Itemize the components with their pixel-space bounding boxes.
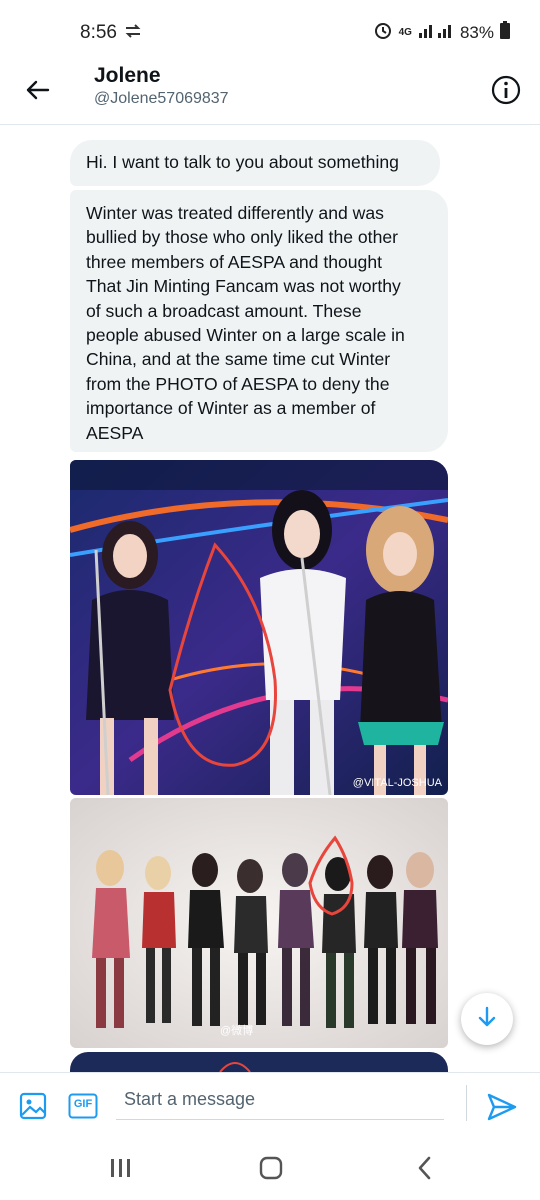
send-icon[interactable] xyxy=(484,1089,520,1125)
info-icon[interactable] xyxy=(490,74,522,106)
back-nav-icon[interactable] xyxy=(412,1154,438,1187)
signal-icon xyxy=(418,21,454,44)
message-input-placeholder: Start a message xyxy=(124,1089,256,1109)
status-bar: 8:56 4G 83% xyxy=(0,0,540,60)
contact-handle[interactable]: @Jolene57069837 xyxy=(94,90,229,108)
home-icon[interactable] xyxy=(258,1154,284,1187)
alarm-icon xyxy=(373,20,393,45)
message-photo[interactable]: @微博 xyxy=(70,798,448,1048)
status-time: 8:56 xyxy=(80,22,117,43)
arrow-down-icon xyxy=(475,1005,499,1034)
back-arrow-icon[interactable] xyxy=(22,74,54,106)
gif-label: GIF xyxy=(73,1098,93,1110)
group-photo-image xyxy=(70,798,448,1048)
message-bubble[interactable]: Winter was treated differently and was b… xyxy=(70,190,448,452)
message-input[interactable]: Start a message xyxy=(116,1087,444,1120)
partial-photo-image xyxy=(70,1052,448,1072)
system-nav-bar xyxy=(0,1140,540,1200)
message-bubble[interactable]: Hi. I want to talk to you about somethin… xyxy=(70,140,440,186)
composer-divider xyxy=(466,1085,467,1121)
stage-photo-image xyxy=(70,460,448,795)
network-label: 4G xyxy=(398,27,412,38)
sync-icon xyxy=(122,21,144,46)
battery-level: 83% xyxy=(459,22,494,42)
contact-name[interactable]: Jolene xyxy=(94,64,161,88)
recents-icon[interactable] xyxy=(108,1154,134,1187)
image-icon[interactable] xyxy=(18,1091,48,1121)
photo-watermark: @微博 xyxy=(220,1025,254,1037)
gif-icon[interactable]: GIF xyxy=(68,1093,98,1119)
conversation-header: Jolene @Jolene57069837 xyxy=(0,60,540,125)
message-photo[interactable]: @VITAL-JOSHUA xyxy=(70,460,448,795)
status-right: 4G 83% xyxy=(373,20,510,45)
scroll-down-button[interactable] xyxy=(461,993,513,1045)
photo-watermark: @VITAL-JOSHUA xyxy=(352,777,442,789)
message-composer: GIF Start a message xyxy=(0,1072,540,1141)
message-photo[interactable] xyxy=(70,1052,448,1072)
battery-icon xyxy=(500,21,510,44)
